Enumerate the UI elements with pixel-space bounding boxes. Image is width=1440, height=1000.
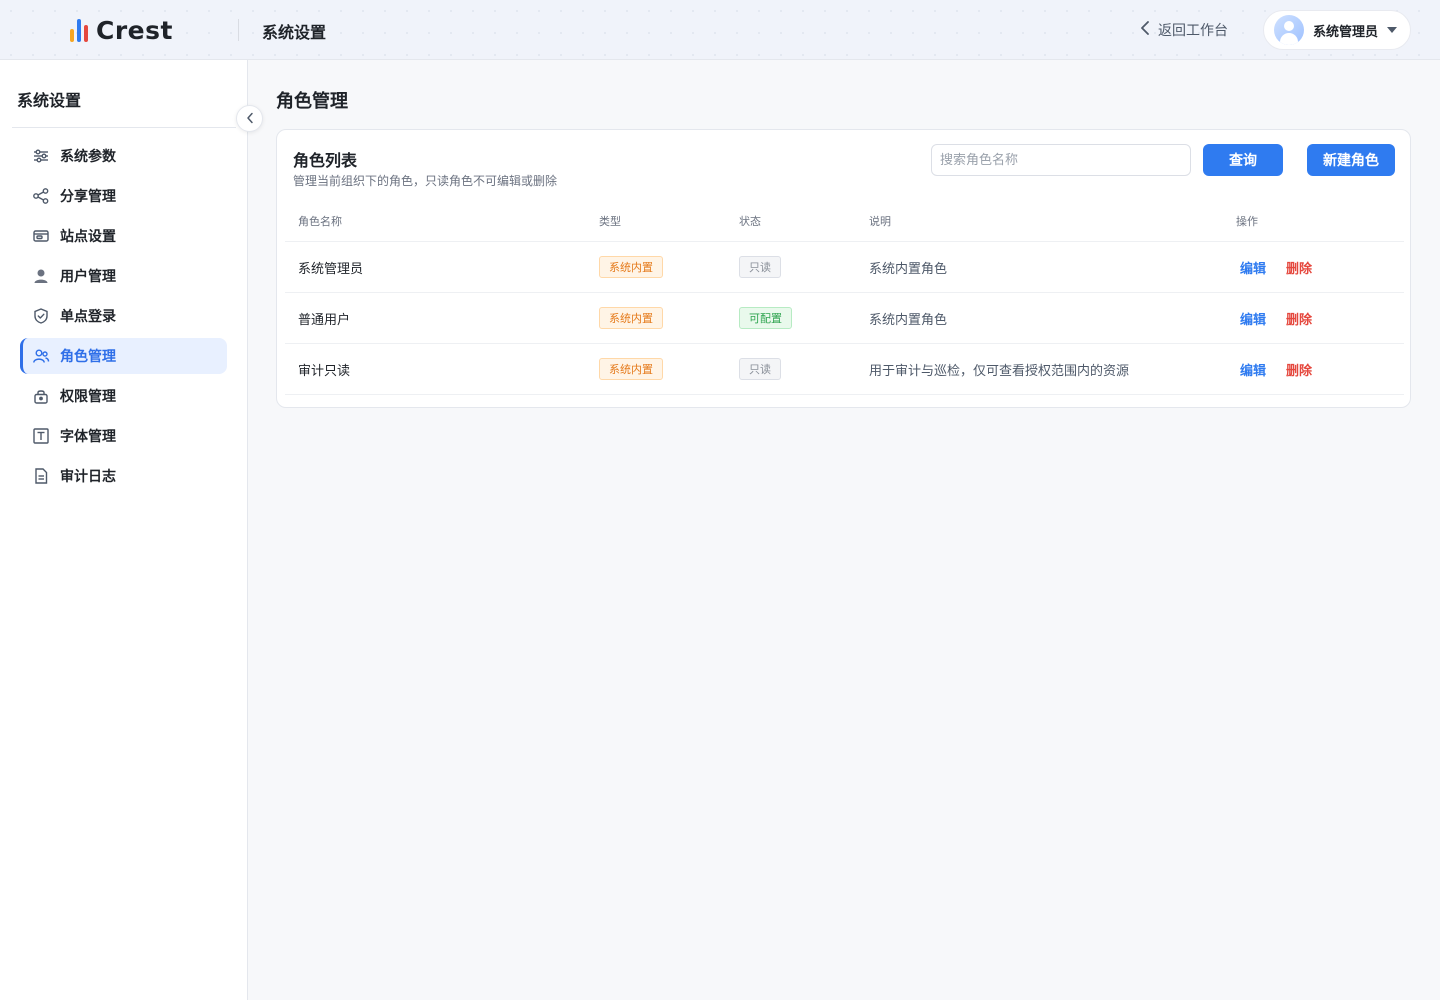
type-cell: 系统内置 xyxy=(599,293,663,343)
sidebar-item-label: 角色管理 xyxy=(60,349,116,365)
user-menu[interactable]: 系统管理员 xyxy=(1263,10,1411,50)
chevron-left-icon xyxy=(1140,21,1150,39)
sidebar-item-label: 审计日志 xyxy=(60,469,116,485)
delete-button[interactable]: 删除 xyxy=(1286,309,1312,328)
table-header: 角色名称 类型 状态 说明 操作 xyxy=(285,200,1404,242)
logo-bars-icon xyxy=(70,18,88,42)
role-description: 系统内置角色 xyxy=(869,261,948,277)
share-icon xyxy=(32,187,50,205)
type-badge: 系统内置 xyxy=(599,358,663,380)
sidebar-divider xyxy=(12,127,236,128)
top-header: Crest 系统设置 返回工作台 系统管理员 xyxy=(0,0,1440,60)
sidebar-item-audit-log[interactable]: 审计日志 xyxy=(20,458,227,494)
table-row: 系统管理员 系统内置 只读 系统内置角色 编辑 删除 xyxy=(285,242,1404,293)
brand-name: Crest xyxy=(96,15,173,45)
actions-cell: 编辑 删除 xyxy=(1236,242,1332,292)
page-title: 角色管理 xyxy=(276,91,348,112)
role-description: 用于审计与巡检，仅可查看授权范围内的资源 xyxy=(869,363,1130,379)
sidebar-item-label: 用户管理 xyxy=(60,269,116,285)
query-button[interactable]: 查询 xyxy=(1203,144,1283,176)
shield-icon xyxy=(32,307,50,325)
sidebar-item-share[interactable]: 分享管理 xyxy=(20,178,227,214)
sidebar-item-users[interactable]: 用户管理 xyxy=(20,258,227,294)
sidebar-item-site[interactable]: 站点设置 xyxy=(20,218,227,254)
role-table: 角色名称 类型 状态 说明 操作 系统管理员 系统内置 只读 系统内置角色 编辑… xyxy=(285,200,1404,395)
font-icon xyxy=(32,427,50,445)
user-icon xyxy=(32,267,50,285)
delete-button[interactable]: 删除 xyxy=(1286,258,1312,277)
role-name: 普通用户 xyxy=(298,312,351,328)
status-badge: 可配置 xyxy=(739,307,792,329)
type-badge: 系统内置 xyxy=(599,307,663,329)
card-title: 角色列表 xyxy=(293,151,358,170)
sidebar-collapse-button[interactable] xyxy=(236,105,263,132)
status-cell: 只读 xyxy=(739,344,781,394)
status-badge: 只读 xyxy=(739,256,781,278)
sidebar: 系统设置 系统参数 分享管理 站点设置 用户管理 单点登录 角色管理 权限管理 … xyxy=(0,60,248,1000)
new-role-button[interactable]: 新建角色 xyxy=(1307,144,1395,176)
role-name: 审计只读 xyxy=(298,363,351,379)
status-badge: 只读 xyxy=(739,358,781,380)
actions-cell: 编辑 删除 xyxy=(1236,293,1332,343)
users-icon xyxy=(32,347,50,365)
avatar xyxy=(1274,15,1304,45)
document-icon xyxy=(32,467,50,485)
sidebar-item-fonts[interactable]: 字体管理 xyxy=(20,418,227,454)
brand-logo[interactable]: Crest xyxy=(70,14,173,46)
sidebar-item-sso[interactable]: 单点登录 xyxy=(20,298,227,334)
edit-button[interactable]: 编辑 xyxy=(1240,360,1266,379)
column-header-name: 角色名称 xyxy=(298,214,342,228)
status-cell: 可配置 xyxy=(739,293,792,343)
edit-button[interactable]: 编辑 xyxy=(1240,309,1266,328)
chevron-left-icon xyxy=(246,109,254,128)
sidebar-item-label: 单点登录 xyxy=(60,309,116,325)
sidebar-item-permissions[interactable]: 权限管理 xyxy=(20,378,227,414)
type-cell: 系统内置 xyxy=(599,344,663,394)
column-header-status: 状态 xyxy=(739,214,761,228)
actions-cell: 编辑 删除 xyxy=(1236,344,1332,394)
caret-down-icon xyxy=(1387,27,1398,33)
site-icon xyxy=(32,227,50,245)
role-list-card: 角色列表 管理当前组织下的角色，只读角色不可编辑或删除 查询 新建角色 角色名称… xyxy=(276,129,1411,408)
sidebar-item-label: 站点设置 xyxy=(60,229,116,245)
delete-button[interactable]: 删除 xyxy=(1286,360,1312,379)
status-cell: 只读 xyxy=(739,242,781,292)
card-subtitle: 管理当前组织下的角色，只读角色不可编辑或删除 xyxy=(293,174,558,188)
search-input[interactable] xyxy=(931,144,1191,176)
sidebar-item-label: 字体管理 xyxy=(60,429,116,445)
sidebar-item-label: 权限管理 xyxy=(60,389,116,405)
lock-icon xyxy=(32,387,50,405)
column-header-actions: 操作 xyxy=(1236,214,1258,228)
sliders-icon xyxy=(32,147,50,165)
column-header-description: 说明 xyxy=(869,214,891,228)
edit-button[interactable]: 编辑 xyxy=(1240,258,1266,277)
table-row: 审计只读 系统内置 只读 用于审计与巡检，仅可查看授权范围内的资源 编辑 删除 xyxy=(285,344,1404,395)
sidebar-item-label: 分享管理 xyxy=(60,189,116,205)
sidebar-nav: 系统参数 分享管理 站点设置 用户管理 单点登录 角色管理 权限管理 字体管理 … xyxy=(20,138,227,498)
header-section-title: 系统设置 xyxy=(262,23,327,42)
back-to-workbench-link[interactable]: 返回工作台 xyxy=(1140,19,1228,41)
sidebar-item-system-params[interactable]: 系统参数 xyxy=(20,138,227,174)
user-name: 系统管理员 xyxy=(1313,24,1379,40)
back-label: 返回工作台 xyxy=(1158,23,1228,39)
type-badge: 系统内置 xyxy=(599,256,663,278)
table-row: 普通用户 系统内置 可配置 系统内置角色 编辑 删除 xyxy=(285,293,1404,344)
sidebar-item-label: 系统参数 xyxy=(60,149,116,165)
column-header-type: 类型 xyxy=(599,214,621,228)
role-name: 系统管理员 xyxy=(298,261,364,277)
role-description: 系统内置角色 xyxy=(869,312,948,328)
header-divider xyxy=(238,19,239,41)
type-cell: 系统内置 xyxy=(599,242,663,292)
sidebar-title: 系统设置 xyxy=(17,91,82,110)
sidebar-item-roles[interactable]: 角色管理 xyxy=(20,338,227,374)
